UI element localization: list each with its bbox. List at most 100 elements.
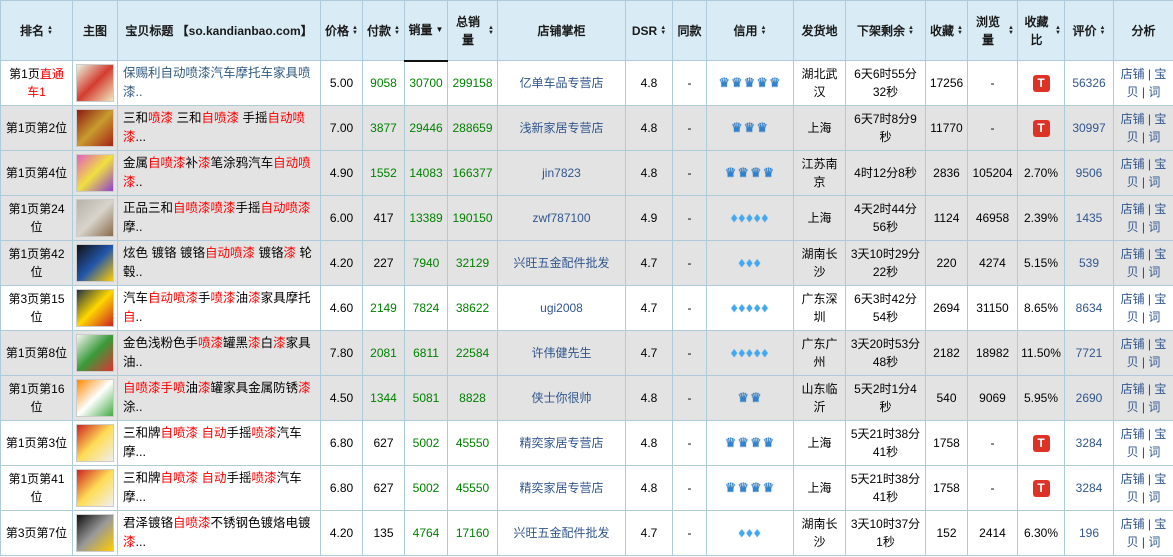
sort-both-icon[interactable]: ▲▼ [660,26,666,36]
shop-name-link[interactable]: 侠士你很帅 [531,391,591,405]
column-header-label: 评价 [1073,22,1097,40]
product-thumbnail[interactable] [76,289,114,327]
link-separator: | [1145,427,1155,441]
shop-name-link[interactable]: 兴旺五金配件批发 [513,256,609,270]
product-thumbnail[interactable] [76,334,114,372]
analysis-link-0[interactable]: 店铺 [1121,157,1145,171]
product-thumbnail[interactable] [76,424,114,462]
product-title-link[interactable]: 三和喷漆 三和自喷漆 手摇自动喷漆... [123,111,305,144]
reviews-count-link[interactable]: 3284 [1076,436,1103,450]
product-title-link[interactable]: 炫色 镀铬 镀铬自动喷漆 镀铬漆 轮毂.. [123,246,312,279]
analysis-link-0[interactable]: 店铺 [1121,427,1145,441]
text-segment: .. [136,175,143,189]
column-header-15[interactable]: 收藏比▲▼ [1018,1,1065,61]
sort-both-icon[interactable]: ▲▼ [1008,26,1014,36]
product-thumbnail[interactable] [76,154,114,192]
analysis-link-0[interactable]: 店铺 [1121,202,1145,216]
analysis-link-0[interactable]: 店铺 [1121,472,1145,486]
product-thumbnail[interactable] [76,64,114,102]
analysis-link-2[interactable]: 词 [1148,220,1160,234]
sort-desc-icon[interactable]: ▼ [436,26,444,34]
shop-name-link[interactable]: 亿单车品专营店 [519,76,603,90]
product-title-link[interactable]: 自喷漆手喷油漆罐家具金属防锈漆涂.. [123,381,311,414]
column-header-13[interactable]: 收藏▲▼ [926,1,968,61]
product-thumbnail[interactable] [76,109,114,147]
views-cell: - [968,106,1018,151]
product-title-link[interactable]: 正品三和自喷漆喷漆手摇自动喷漆摩.. [123,201,311,234]
product-title-link[interactable]: 君泽镀铬自喷漆不锈钢色镀烙电镀漆... [123,516,311,549]
analysis-link-0[interactable]: 店铺 [1121,517,1145,531]
product-thumbnail[interactable] [76,199,114,237]
analysis-link-2[interactable]: 词 [1148,445,1160,459]
offshelf-remaining-cell: 6天7时8分9秒 [846,106,926,151]
text-segment: 镀铬 [255,246,283,260]
analysis-link-0[interactable]: 店铺 [1121,382,1145,396]
product-title-link[interactable]: 金属自喷漆补漆笔涂鸦汽车自动喷漆.. [123,156,311,189]
analysis-link-2[interactable]: 词 [1148,175,1160,189]
sort-both-icon[interactable]: ▲▼ [352,26,358,36]
reviews-count-link[interactable]: 56326 [1072,76,1105,90]
product-thumbnail[interactable] [76,379,114,417]
shop-name-link[interactable]: 浅新家居专营店 [519,121,603,135]
product-title-link[interactable]: 保赐利自动喷漆汽车摩托车家具喷漆.. [123,66,311,99]
shop-name-cell: zwf787100 [498,196,626,241]
analysis-link-2[interactable]: 词 [1148,535,1160,549]
column-header-12[interactable]: 下架剩余▲▼ [846,1,926,61]
column-header-14[interactable]: 浏览量▲▼ [968,1,1018,61]
shop-name-link[interactable]: jin7823 [542,166,581,180]
sort-both-icon[interactable]: ▲▼ [394,26,400,36]
column-header-5[interactable]: 销量▼ [405,1,448,61]
reviews-count-link[interactable]: 1435 [1076,211,1103,225]
analysis-link-2[interactable]: 词 [1148,130,1160,144]
shop-name-link[interactable]: 精奕家居专营店 [519,481,603,495]
reviews-count-link[interactable]: 539 [1079,256,1099,270]
total-sales-cell: 38622 [448,286,498,331]
sort-both-icon[interactable]: ▲▼ [488,26,494,36]
product-thumbnail[interactable] [76,514,114,552]
analysis-link-2[interactable]: 词 [1148,490,1160,504]
product-title-link[interactable]: 三和牌自喷漆 自动手摇喷漆汽车摩... [123,471,302,504]
column-header-16[interactable]: 评价▲▼ [1065,1,1114,61]
sort-both-icon[interactable]: ▲▼ [1055,26,1061,36]
shop-name-link[interactable]: ugi2008 [540,301,583,315]
product-title-link[interactable]: 三和牌自喷漆 自动手摇喷漆汽车摩... [123,426,302,459]
sort-both-icon[interactable]: ▲▼ [47,26,53,36]
shop-name-link[interactable]: 兴旺五金配件批发 [513,526,609,540]
analysis-link-0[interactable]: 店铺 [1121,337,1145,351]
shop-name-link[interactable]: 精奕家居专营店 [519,436,603,450]
sort-both-icon[interactable]: ▲▼ [1100,26,1106,36]
reviews-count-link[interactable]: 2690 [1076,391,1103,405]
shop-name-link[interactable]: zwf787100 [532,211,590,225]
column-header-0[interactable]: 排名▲▼ [1,1,73,61]
shop-name-link[interactable]: 许伟健先生 [531,346,591,360]
column-header-10[interactable]: 信用▲▼ [707,1,794,61]
analysis-link-2[interactable]: 词 [1148,265,1160,279]
analysis-link-2[interactable]: 词 [1148,400,1160,414]
reviews-count-link[interactable]: 9506 [1076,166,1103,180]
crown-icon: ♛ [725,435,738,450]
link-separator: | [1145,202,1155,216]
analysis-link-0[interactable]: 店铺 [1121,247,1145,261]
product-thumbnail[interactable] [76,469,114,507]
column-header-4[interactable]: 付款▲▼ [363,1,405,61]
sort-both-icon[interactable]: ▲▼ [957,26,963,36]
analysis-link-2[interactable]: 词 [1148,310,1160,324]
analysis-link-0[interactable]: 店铺 [1121,67,1145,81]
reviews-count-link[interactable]: 7721 [1076,346,1103,360]
sort-both-icon[interactable]: ▲▼ [761,26,767,36]
sort-both-icon[interactable]: ▲▼ [908,26,914,36]
column-header-8[interactable]: DSR▲▼ [626,1,673,61]
reviews-count-link[interactable]: 3284 [1076,481,1103,495]
product-thumbnail[interactable] [76,244,114,282]
reviews-count-link[interactable]: 196 [1079,526,1099,540]
column-header-6[interactable]: 总销量▲▼ [448,1,498,61]
column-header-3[interactable]: 价格▲▼ [321,1,363,61]
reviews-count-link[interactable]: 30997 [1072,121,1105,135]
analysis-link-2[interactable]: 词 [1148,355,1160,369]
analysis-link-0[interactable]: 店铺 [1121,112,1145,126]
reviews-count-link[interactable]: 8634 [1076,301,1103,315]
analysis-link-2[interactable]: 词 [1148,85,1160,99]
analysis-link-0[interactable]: 店铺 [1121,292,1145,306]
product-title-link[interactable]: 金色浅粉色手喷漆罐黑漆白漆家具油.. [123,336,311,369]
product-title-link[interactable]: 汽车自动喷漆手喷漆油漆家具摩托自.. [123,291,311,324]
